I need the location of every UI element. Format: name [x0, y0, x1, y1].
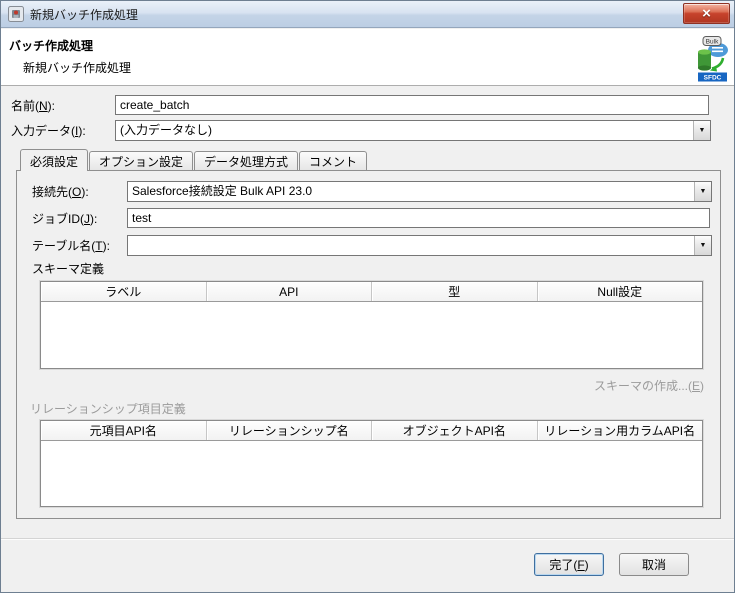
mnemonic: E — [692, 379, 700, 393]
close-icon: × — [702, 6, 711, 21]
label-text: ジョブID( — [32, 212, 84, 226]
close-button[interactable]: × — [683, 3, 730, 24]
job-id-label: ジョブID(J): — [32, 209, 97, 229]
name-input[interactable] — [115, 95, 709, 115]
svg-text:Bulk: Bulk — [706, 39, 719, 46]
label-text: ) — [585, 558, 589, 572]
mnemonic: O — [72, 185, 81, 199]
job-id-input[interactable] — [127, 208, 710, 228]
create-schema-button[interactable]: スキーマの作成...(E) — [594, 377, 704, 394]
label-text: ): — [48, 99, 55, 113]
label-text: ): — [78, 124, 85, 138]
combobox-value — [128, 236, 694, 255]
schema-section-label: スキーマ定義 — [32, 259, 104, 279]
label-text: スキーマの作成...( — [594, 379, 692, 393]
connection-combobox[interactable]: Salesforce接続設定 Bulk API 23.0 ▼ — [127, 181, 712, 202]
header-subtitle: 新規バッチ作成処理 — [23, 59, 131, 76]
finish-button[interactable]: 完了(F) — [534, 553, 604, 576]
column-header[interactable]: Null設定 — [538, 282, 703, 301]
combobox-value: (入力データなし) — [116, 121, 693, 140]
name-label: 名前(N): — [11, 96, 55, 116]
svg-text:SFDC: SFDC — [704, 75, 722, 82]
label-text: 名前( — [11, 99, 39, 113]
combobox-value: Salesforce接続設定 Bulk API 23.0 — [128, 182, 694, 201]
footer-buttons: 完了(F) 取消 — [534, 553, 689, 576]
label-text: テーブル名( — [32, 239, 95, 253]
mnemonic: N — [39, 99, 48, 113]
dialog-new-batch: 新規バッチ作成処理 × バッチ作成処理 新規バッチ作成処理 Bulk SFDC — [0, 0, 735, 593]
chevron-down-icon: ▼ — [699, 127, 706, 134]
required-settings-panel: 接続先(O): Salesforce接続設定 Bulk API 23.0 ▼ ジ… — [16, 170, 721, 519]
dropdown-button[interactable]: ▼ — [694, 236, 711, 255]
label-text: ): — [81, 185, 88, 199]
footer-divider — [1, 538, 734, 540]
bulk-sfdc-logo-icon: Bulk SFDC — [695, 36, 729, 82]
dropdown-button[interactable]: ▼ — [694, 182, 711, 201]
mnemonic: F — [577, 558, 584, 572]
column-header[interactable]: リレーション用カラムAPI名 — [538, 421, 703, 440]
label-text: ) — [700, 379, 704, 393]
tab-data-processing[interactable]: データ処理方式 — [194, 151, 298, 170]
label-text: 接続先( — [32, 185, 72, 199]
relationship-table: 元項目API名 リレーションシップ名 オブジェクトAPI名 リレーション用カラム… — [40, 420, 703, 507]
mnemonic: T — [95, 239, 102, 253]
input-data-label: 入力データ(I): — [11, 121, 86, 141]
table-name-label: テーブル名(T): — [32, 236, 110, 256]
window-title: 新規バッチ作成処理 — [30, 6, 138, 23]
chevron-down-icon: ▼ — [700, 188, 707, 195]
tab-required-settings[interactable]: 必須設定 — [20, 149, 88, 171]
header-banner: バッチ作成処理 新規バッチ作成処理 Bulk SFDC — [1, 29, 734, 86]
label-text: ): — [90, 212, 97, 226]
table-name-combobox[interactable]: ▼ — [127, 235, 712, 256]
app-icon — [8, 6, 24, 22]
relationship-table-header: 元項目API名 リレーションシップ名 オブジェクトAPI名 リレーション用カラム… — [41, 421, 702, 441]
tab-comment[interactable]: コメント — [299, 151, 367, 170]
relationship-section-label: リレーションシップ項目定義 — [30, 399, 186, 419]
column-header[interactable]: リレーションシップ名 — [207, 421, 373, 440]
label-text: 完了( — [549, 556, 577, 573]
relationship-table-body[interactable] — [41, 441, 702, 506]
tab-option-settings[interactable]: オプション設定 — [89, 151, 193, 170]
column-header[interactable]: ラベル — [41, 282, 207, 301]
column-header[interactable]: 型 — [372, 282, 538, 301]
cancel-button[interactable]: 取消 — [619, 553, 689, 576]
tab-strip: 必須設定 オプション設定 データ処理方式 コメント — [20, 149, 367, 171]
column-header[interactable]: オブジェクトAPI名 — [372, 421, 538, 440]
column-header[interactable]: API — [207, 282, 373, 301]
schema-table-header: ラベル API 型 Null設定 — [41, 282, 702, 302]
title-bar[interactable]: 新規バッチ作成処理 × — [1, 1, 734, 28]
header-title: バッチ作成処理 — [9, 37, 93, 54]
connection-label: 接続先(O): — [32, 182, 89, 202]
label-text: 入力データ( — [11, 124, 75, 138]
label-text: ): — [103, 239, 110, 253]
column-header[interactable]: 元項目API名 — [41, 421, 207, 440]
chevron-down-icon: ▼ — [700, 242, 707, 249]
input-data-combobox[interactable]: (入力データなし) ▼ — [115, 120, 711, 141]
schema-table: ラベル API 型 Null設定 — [40, 281, 703, 369]
schema-table-body[interactable] — [41, 302, 702, 368]
dropdown-button[interactable]: ▼ — [693, 121, 710, 140]
